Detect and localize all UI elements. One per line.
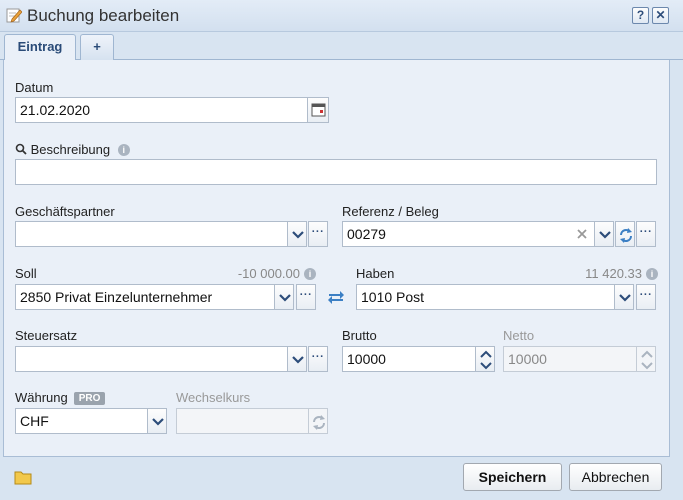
refresh-icon[interactable] bbox=[615, 221, 635, 247]
soll-field[interactable]: 2850 Privat Einzelunternehmer bbox=[15, 284, 275, 310]
referenz-more-button[interactable]: ··· bbox=[636, 221, 656, 247]
referenz-field[interactable]: 00279 bbox=[342, 221, 595, 247]
netto-spinner bbox=[636, 346, 656, 372]
calendar-icon[interactable] bbox=[307, 97, 329, 123]
info-icon: i bbox=[646, 268, 658, 280]
haben-balance-value: 11 420.33 bbox=[585, 266, 642, 281]
chevron-down-icon[interactable] bbox=[274, 284, 294, 310]
cancel-button[interactable]: Abbrechen bbox=[569, 463, 662, 491]
haben-field[interactable]: 1010 Post bbox=[356, 284, 615, 310]
brutto-spinner[interactable] bbox=[475, 346, 495, 372]
tab-add[interactable]: + bbox=[80, 34, 114, 60]
waehrung-label-text: Währung bbox=[15, 390, 68, 405]
beschreibung-label: Beschreibung i bbox=[15, 142, 130, 157]
edit-pencil-icon bbox=[6, 7, 23, 23]
window-titlebar: Buchung bearbeiten ? ✕ bbox=[0, 0, 683, 32]
haben-more-button[interactable]: ··· bbox=[636, 284, 656, 310]
window-title: Buchung bearbeiten bbox=[27, 6, 180, 25]
netto-field: 10000 bbox=[503, 346, 637, 372]
tab-bar: Eintrag + bbox=[0, 32, 683, 62]
soll-more-button[interactable]: ··· bbox=[296, 284, 316, 310]
waehrung-field[interactable]: CHF bbox=[15, 408, 148, 434]
wechselkurs-label: Wechselkurs bbox=[176, 390, 251, 405]
chevron-down-icon[interactable] bbox=[594, 221, 614, 247]
close-button[interactable]: ✕ bbox=[652, 7, 669, 24]
steuersatz-label: Steuersatz bbox=[15, 328, 78, 343]
clear-icon[interactable] bbox=[575, 227, 589, 241]
steuersatz-more-button[interactable]: ··· bbox=[308, 346, 328, 372]
tab-eintrag[interactable]: Eintrag bbox=[4, 34, 76, 62]
brutto-field[interactable]: 10000 bbox=[342, 346, 476, 372]
geschaeftspartner-field[interactable] bbox=[15, 221, 288, 247]
datum-label: Datum bbox=[15, 80, 54, 95]
refresh-icon bbox=[308, 408, 328, 434]
note-icon[interactable] bbox=[14, 469, 32, 485]
netto-label: Netto bbox=[503, 328, 535, 343]
help-button[interactable]: ? bbox=[632, 7, 649, 24]
chevron-down-icon[interactable] bbox=[614, 284, 634, 310]
beschreibung-field[interactable] bbox=[15, 159, 657, 185]
soll-balance-value: -10 000.00 bbox=[237, 266, 300, 281]
waehrung-label: Währung PRO bbox=[15, 390, 106, 405]
wechselkurs-field bbox=[176, 408, 309, 434]
steuersatz-field[interactable] bbox=[15, 346, 288, 372]
info-icon: i bbox=[304, 268, 316, 280]
search-icon bbox=[15, 142, 31, 157]
haben-balance: 11 420.33 i bbox=[540, 266, 658, 281]
beschreibung-label-text: Beschreibung bbox=[30, 142, 111, 157]
dialog-footer: Speichern Abbrechen bbox=[0, 458, 683, 500]
chevron-down-icon[interactable] bbox=[147, 408, 167, 434]
datum-field[interactable]: 21.02.2020 bbox=[15, 97, 308, 123]
save-button[interactable]: Speichern bbox=[463, 463, 562, 491]
swap-icon[interactable] bbox=[326, 288, 346, 306]
chevron-down-icon[interactable] bbox=[287, 221, 307, 247]
geschaeftspartner-label: Geschäftspartner bbox=[15, 204, 115, 219]
geschaeftspartner-more-button[interactable]: ··· bbox=[308, 221, 328, 247]
pro-badge: PRO bbox=[73, 392, 106, 405]
chevron-down-icon[interactable] bbox=[287, 346, 307, 372]
info-icon: i bbox=[117, 144, 130, 156]
soll-balance: -10 000.00 i bbox=[200, 266, 316, 281]
haben-label: Haben bbox=[356, 266, 395, 281]
soll-label: Soll bbox=[15, 266, 37, 281]
referenz-label: Referenz / Beleg bbox=[342, 204, 439, 219]
brutto-label: Brutto bbox=[342, 328, 377, 343]
